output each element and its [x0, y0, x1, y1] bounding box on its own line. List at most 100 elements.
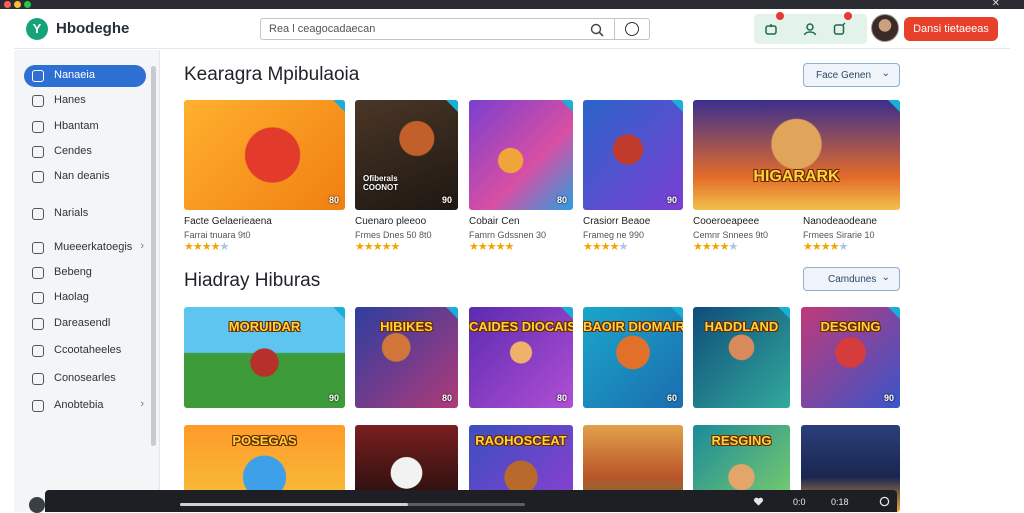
user-icon[interactable] — [802, 21, 818, 37]
user-icon — [32, 171, 44, 183]
game-card[interactable]: HIGARARK — [693, 100, 900, 210]
game-card[interactable]: MORUIDAR 90 — [184, 307, 345, 408]
sidebar-item[interactable]: Anobtebia › — [24, 395, 146, 417]
star-icon: ★ — [192, 241, 203, 253]
sidebar-item-label: Anobtebia — [54, 399, 104, 411]
card-banner-text: HIGARARK — [753, 168, 840, 185]
corner-tag-icon — [446, 100, 458, 112]
sidebar-item[interactable]: Hbantam — [24, 116, 146, 138]
heart-icon[interactable] — [753, 496, 764, 507]
sidebar-item-label: Nanaeia — [54, 69, 95, 81]
close-icon[interactable]: ✕ — [992, 0, 1000, 9]
star-rating: ★★★★★ — [184, 240, 229, 253]
minimize-window-icon[interactable] — [14, 1, 21, 8]
corner-tag-icon — [671, 307, 683, 319]
sidebar-item[interactable]: Cendes — [24, 141, 146, 163]
card-banner-text: HADDLAND — [704, 319, 779, 334]
sidebar-item[interactable]: Nan deanis — [24, 166, 146, 188]
card-banner-text: DESGING — [820, 319, 881, 334]
game-card[interactable]: DESGING 90 — [801, 307, 900, 408]
voice-search-icon[interactable] — [625, 22, 639, 36]
sidebar-item-label: Mueeerkatoegis — [54, 241, 133, 253]
game-card[interactable]: HIBIKES 80 — [355, 307, 458, 408]
sidebar-item-label: Dareasendl — [54, 317, 111, 329]
primary-action-button[interactable]: Dansi tietaeeas — [904, 17, 998, 41]
star-icon: ★ — [477, 241, 488, 253]
section-sort-button[interactable]: Camdunes ⌄ — [803, 267, 900, 291]
sidebar-item-label: Haolag — [54, 291, 89, 303]
sidebar-item[interactable]: Dareasendl — [24, 313, 146, 335]
social-icon[interactable] — [29, 497, 45, 513]
time-total: 0:18 — [831, 497, 849, 507]
game-card[interactable]: BAOIR DIOMAIR 60 — [583, 307, 683, 408]
search-icon[interactable] — [589, 22, 605, 38]
star-rating: ★★★★★ — [469, 240, 514, 253]
message-icon[interactable] — [832, 21, 848, 37]
card-subtitle: Frmes Dnes 50 8t0 — [355, 230, 432, 240]
sidebar-item[interactable]: Conosearles — [24, 368, 146, 390]
star-icon: ★ — [583, 241, 593, 253]
close-window-icon[interactable] — [4, 1, 11, 8]
chevron-down-icon: ⌄ — [881, 272, 890, 283]
corner-tag-icon — [446, 307, 458, 319]
game-card[interactable]: HADDLAND — [693, 307, 790, 408]
brand-logo-icon[interactable]: Y — [26, 18, 48, 40]
sidebar-item[interactable]: Narials — [24, 203, 146, 225]
media-player-bar: 0:0 0:18 — [45, 490, 897, 512]
game-card[interactable]: 80 — [184, 100, 345, 210]
chevron-right-icon: › — [140, 240, 144, 252]
star-icon: ★ — [829, 241, 840, 253]
star-icon: ★ — [693, 241, 703, 253]
star-icon: ★ — [201, 241, 212, 253]
gamepad-icon[interactable] — [764, 21, 780, 37]
sidebar-item[interactable]: Ccootaheeles — [24, 340, 146, 362]
sidebar-item[interactable]: Mueeerkatoegis › — [24, 237, 146, 259]
sidebar-item[interactable]: Bebeng — [24, 262, 146, 284]
star-icon: ★ — [486, 241, 497, 253]
header-action-group — [754, 12, 867, 44]
sidebar-item-label: Cendes — [54, 145, 92, 157]
card-banner-text: RAOHOSCEAT — [475, 433, 567, 448]
globe-icon — [32, 373, 44, 385]
game-card[interactable]: CAIDES DIOCAIS 80 — [469, 307, 573, 408]
corner-tag-icon — [888, 307, 900, 319]
card-banner-text: RESGING — [711, 433, 772, 448]
maximize-window-icon[interactable] — [24, 1, 31, 8]
card-title[interactable]: Cuenaro pleeoo — [355, 216, 426, 227]
star-icon: ★ — [701, 241, 712, 253]
sidebar-item[interactable]: Haolag — [24, 287, 146, 309]
card-banner-text: HIBIKES — [380, 319, 433, 334]
avatar[interactable] — [871, 14, 899, 42]
progress-fill — [180, 503, 408, 506]
sidebar-scrollbar[interactable] — [151, 66, 156, 446]
sidebar-item[interactable]: Nanaeia — [24, 65, 146, 87]
corner-tag-icon — [561, 307, 573, 319]
corner-tag-icon — [671, 100, 683, 112]
card-count-badge: 80 — [556, 393, 567, 403]
star-icon: ★ — [803, 241, 813, 253]
game-card[interactable]: 80 — [469, 100, 573, 210]
collection-icon — [32, 345, 44, 357]
card-title[interactable]: Nanodeaodeane — [803, 216, 877, 227]
card-title[interactable]: Facte Gelaerieaena — [184, 216, 272, 227]
fullscreen-icon[interactable] — [879, 496, 890, 507]
star-icon: ★ — [210, 241, 221, 253]
sidebar-item[interactable]: Hanes — [24, 90, 146, 112]
star-icon: ★ — [372, 241, 383, 253]
card-count-badge: 90 — [328, 393, 339, 403]
sidebar-item-label: Bebeng — [54, 266, 92, 278]
card-title[interactable]: Crasiorr Beaoe — [583, 216, 650, 227]
game-card[interactable]: Ofiberals COONOT 90 — [355, 100, 458, 210]
progress-track[interactable] — [180, 503, 525, 506]
search-input[interactable]: Rea l ceagocadaecan — [260, 18, 650, 40]
corner-tag-icon — [333, 100, 345, 112]
card-count-badge: 80 — [328, 195, 339, 205]
star-rating: ★★★★★ — [355, 240, 400, 253]
section-sort-label: Camdunes — [828, 274, 877, 285]
card-title[interactable]: Cobair Cen — [469, 216, 520, 227]
game-card[interactable]: 90 — [583, 100, 683, 210]
section-filter-button[interactable]: Face Genen ⌄ — [803, 63, 900, 87]
sidebar-item-label: Narials — [54, 207, 89, 219]
card-title[interactable]: Cooeroeapeee — [693, 216, 759, 227]
brand-name[interactable]: Hbodeghe — [56, 20, 129, 37]
